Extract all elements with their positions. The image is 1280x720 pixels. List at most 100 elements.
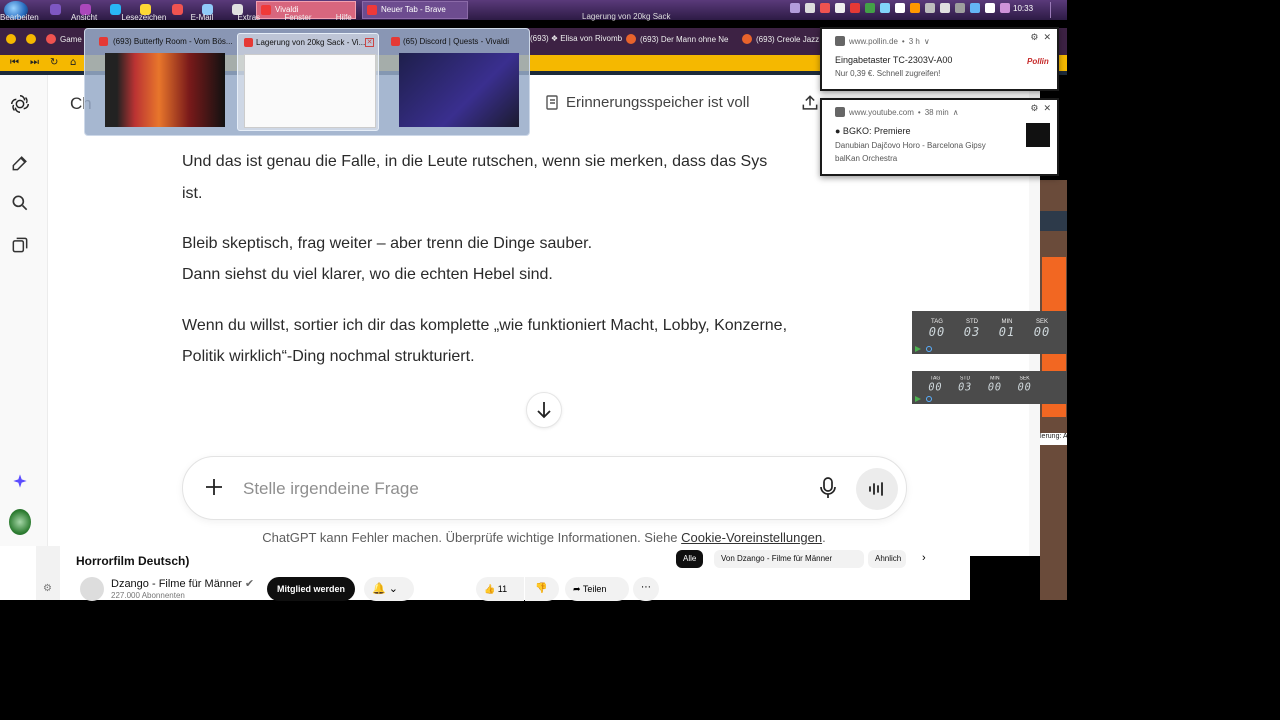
notification-bell-button[interactable]: 🔔 ⌄ xyxy=(364,577,414,601)
browser-tab[interactable]: (693) ❖ Elisa von Rivomb xyxy=(530,34,622,43)
gear-icon[interactable]: ⚙ xyxy=(1030,103,1038,113)
thumbs-down-icon: 👎 xyxy=(535,583,548,594)
timer-value: 00 xyxy=(1017,381,1032,393)
menu-view[interactable]: Ansicht xyxy=(71,13,97,22)
tray-app-icon[interactable] xyxy=(880,3,890,13)
channel-name[interactable]: Dzango - Filme für Männer ✔ xyxy=(111,577,254,590)
cookie-settings-link[interactable]: Cookie-Voreinstellungen xyxy=(681,530,822,545)
tray-app-icon[interactable] xyxy=(955,3,965,13)
favicon-icon xyxy=(46,34,56,44)
preview-title: (693) Butterfly Room - Vom Bös... xyxy=(113,37,233,46)
tray-app-icon[interactable] xyxy=(985,3,995,13)
share-button[interactable]: ➦ Teilen xyxy=(565,577,629,601)
plus-icon[interactable] xyxy=(203,476,225,503)
openai-logo-icon[interactable] xyxy=(9,93,31,115)
browser-tab[interactable]: Game xyxy=(46,34,82,44)
show-desktop-button[interactable] xyxy=(1050,2,1064,18)
play-icon[interactable] xyxy=(915,396,921,402)
chip-channel[interactable]: Von Dzango - Filme für Männer xyxy=(714,550,864,568)
microphone-icon[interactable] xyxy=(819,477,837,504)
rewind-icon[interactable]: ⏮ xyxy=(10,57,19,68)
channel-name-text: Dzango - Filme für Männer xyxy=(111,578,242,590)
tray-app-icon[interactable] xyxy=(970,3,980,13)
reset-icon[interactable] xyxy=(926,346,932,352)
fast-forward-icon[interactable]: ⏭ xyxy=(30,57,39,68)
dislike-button[interactable]: 👎 xyxy=(525,577,559,601)
memory-label: Erinnerungsspeicher ist voll xyxy=(566,94,750,111)
chip-all[interactable]: Alle xyxy=(676,550,704,568)
browser-tab[interactable] xyxy=(6,34,20,44)
sparkle-icon[interactable] xyxy=(9,470,31,492)
tab-preview-item[interactable]: Lagerung von 20kg Sack - Vi... ✕ xyxy=(237,33,379,131)
reset-icon[interactable] xyxy=(926,396,932,402)
tray-app-icon[interactable] xyxy=(895,3,905,13)
notification-youtube[interactable]: www.youtube.com • 38 min ∧ ⚙ ✕ ● BGKO: P… xyxy=(820,98,1059,176)
close-icon[interactable]: ✕ xyxy=(365,38,374,47)
close-icon[interactable]: ✕ xyxy=(1043,32,1051,42)
tray-app-icon[interactable] xyxy=(835,3,845,13)
tray-app-icon[interactable] xyxy=(850,3,860,13)
play-icon[interactable] xyxy=(915,346,921,352)
chevron-down-icon: ⌄ xyxy=(388,583,398,595)
timer-value: 00 xyxy=(1033,325,1051,339)
mute-icon[interactable] xyxy=(805,3,815,13)
chip-similar[interactable]: Ahnlich xyxy=(868,550,906,568)
memory-full-notice[interactable]: Erinnerungsspeicher ist voll xyxy=(546,94,749,111)
tab-preview-item[interactable]: (693) Butterfly Room - Vom Bös... xyxy=(89,33,233,131)
tray-app-icon[interactable] xyxy=(865,3,875,13)
browser-tab[interactable]: (693) Creole Jazz F xyxy=(742,34,826,44)
gadget-title xyxy=(915,312,916,318)
menu-tools[interactable]: Extras xyxy=(237,13,260,22)
library-icon[interactable] xyxy=(9,234,31,256)
taskbar-task-brave[interactable]: Neuer Tab - Brave xyxy=(362,1,468,19)
countdown-gadget[interactable]: TAG 00 STD 03 MIN 01 SEK 00 xyxy=(912,311,1067,354)
pollin-logo: Pollin xyxy=(1027,57,1049,66)
browser-tab[interactable] xyxy=(26,34,40,44)
timer-value: 03 xyxy=(958,381,973,393)
preview-title: (65) Discord | Quests - Vivaldi xyxy=(403,37,509,46)
clock[interactable]: 10:33 xyxy=(1013,4,1033,13)
search-icon[interactable] xyxy=(9,192,31,214)
notification-title: ● BGKO: Premiere xyxy=(835,126,911,136)
prompt-composer[interactable]: Stelle irgendeine Frage xyxy=(182,456,907,520)
countdown-gadget[interactable]: TAG 00 STD 03 MIN 00 SEK 00 xyxy=(912,371,1067,404)
chevron-down-icon[interactable]: ∨ xyxy=(924,37,930,46)
menu-bookmarks[interactable]: Lesezeichen xyxy=(121,13,166,22)
tray-app-icon[interactable] xyxy=(820,3,830,13)
chevron-right-icon[interactable]: › xyxy=(922,552,926,564)
prompt-input[interactable]: Stelle irgendeine Frage xyxy=(243,479,419,499)
tab-label: (693) Der Mann ohne Ne xyxy=(640,35,729,44)
tray-app-icon[interactable] xyxy=(910,3,920,13)
expand-tray-icon[interactable] xyxy=(790,3,800,13)
tray-app-icon[interactable] xyxy=(1000,3,1010,13)
gear-icon[interactable]: ⚙ xyxy=(43,583,52,594)
home-icon[interactable]: ⌂ xyxy=(70,57,76,68)
vivaldi-icon xyxy=(835,107,845,117)
notification-source: www.pollin.de • 3 h ∨ xyxy=(835,36,930,46)
share-icon[interactable] xyxy=(800,93,820,118)
voice-mode-button[interactable] xyxy=(856,468,898,510)
like-button[interactable]: 👍 11 xyxy=(476,577,524,601)
scroll-down-button[interactable] xyxy=(526,392,562,428)
browser-tab[interactable]: (693) Der Mann ohne Ne xyxy=(626,34,729,44)
tray-app-icon[interactable] xyxy=(925,3,935,13)
channel-avatar[interactable] xyxy=(80,577,104,601)
tray-app-icon[interactable] xyxy=(940,3,950,13)
more-options-icon[interactable]: ⋯ xyxy=(633,577,659,601)
notification-pollin[interactable]: www.pollin.de • 3 h ∨ ⚙ ✕ Eingabetaster … xyxy=(820,27,1059,91)
menu-email[interactable]: E-Mail xyxy=(191,13,214,22)
notification-title: Eingabetaster TC-2303V-A00 xyxy=(835,55,953,65)
verified-icon: ✔ xyxy=(244,578,255,590)
reload-icon[interactable]: ↻ xyxy=(50,57,58,68)
gear-icon[interactable]: ⚙ xyxy=(1030,32,1038,42)
chevron-up-icon[interactable]: ∧ xyxy=(953,108,959,117)
menu-edit[interactable]: Bearbeiten xyxy=(0,13,39,22)
join-button[interactable]: Mitglied werden xyxy=(267,577,356,601)
tab-preview-item[interactable]: (65) Discord | Quests - Vivaldi xyxy=(385,33,527,131)
new-chat-icon[interactable] xyxy=(9,152,31,174)
menu-window[interactable]: Fenster xyxy=(284,13,311,22)
close-icon[interactable]: ✕ xyxy=(1043,103,1051,113)
timer-value: 00 xyxy=(928,325,946,339)
thumbs-up-icon: 👍 xyxy=(484,584,496,594)
menu-help[interactable]: Hilfe xyxy=(336,13,352,22)
